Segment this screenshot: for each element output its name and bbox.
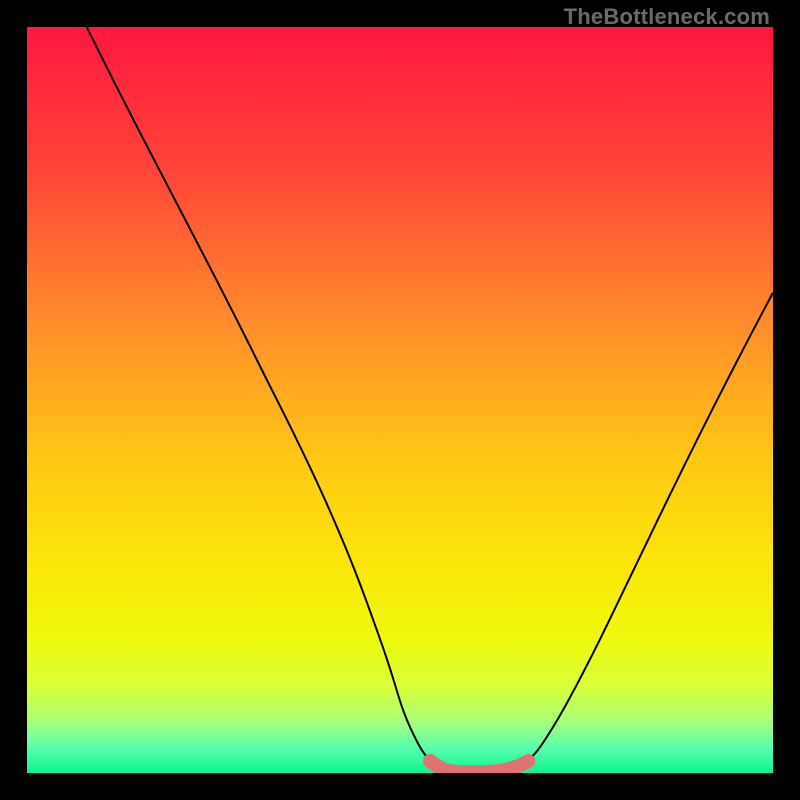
marker-group [522, 755, 535, 768]
chart-frame: TheBottleneck.com [0, 0, 800, 800]
chart-background [27, 27, 773, 773]
plot-area [27, 27, 773, 773]
chart-svg [27, 27, 773, 773]
plateau-right-dot [522, 755, 535, 768]
